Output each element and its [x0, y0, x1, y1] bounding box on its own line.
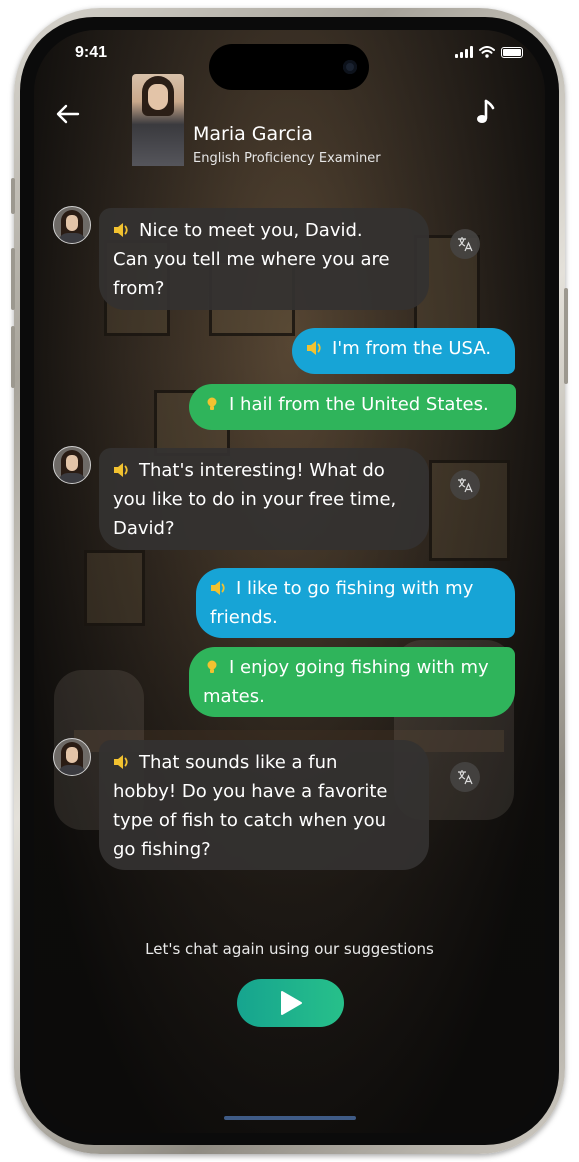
user-message-bubble: I like to go fishing with my friends. [196, 568, 515, 638]
user-message-bubble: I'm from the USA. [292, 328, 515, 374]
speaker-icon[interactable] [306, 340, 324, 356]
message-line: I enjoy going fishing with my [203, 653, 501, 682]
message-line: I'm from the USA. [306, 334, 501, 363]
examiner-role: English Proficiency Examiner [193, 151, 381, 166]
side-button [11, 326, 15, 388]
speaker-icon[interactable] [113, 462, 131, 478]
avatar [53, 738, 91, 776]
suggestion-bubble[interactable]: I enjoy going fishing with my mates. [189, 647, 515, 717]
message-line: from? [113, 278, 165, 299]
ai-message-bubble: That sounds like a fun hobby! Do you hav… [99, 740, 429, 870]
message-line: That sounds like a fun [113, 748, 415, 777]
side-button [564, 288, 568, 384]
suggestion-prompt: Let's chat again using our suggestions [145, 940, 434, 958]
side-button [11, 248, 15, 310]
translate-icon [458, 770, 473, 785]
speaker-icon[interactable] [113, 754, 131, 770]
translate-button[interactable] [450, 229, 480, 259]
background-picture [84, 550, 145, 626]
avatar [53, 446, 91, 484]
chat-screen: 9:41 Maria Garcia English Proficiency Ex… [34, 30, 545, 1133]
avatar [53, 206, 91, 244]
translate-button[interactable] [450, 762, 480, 792]
signal-icon [455, 46, 473, 58]
wifi-icon [479, 46, 495, 58]
message-line: mates. [203, 686, 265, 707]
message-line: type of fish to catch when you [113, 810, 387, 831]
side-button [11, 178, 15, 214]
message-line: I hail from the United States. [203, 390, 502, 419]
message-line: David? [113, 518, 175, 539]
message-line: That's interesting! What do [113, 456, 415, 485]
play-button[interactable] [237, 979, 344, 1027]
status-icons [455, 46, 523, 58]
status-time: 9:41 [75, 44, 108, 61]
message-line: Nice to meet you, David. [113, 216, 415, 245]
camera-icon [343, 60, 357, 74]
message-line: friends. [210, 607, 278, 628]
ai-message-bubble: That's interesting! What do you like to … [99, 448, 429, 550]
message-line: hobby! Do you have a favorite [113, 781, 388, 802]
examiner-name: Maria Garcia [193, 123, 313, 145]
speaker-icon[interactable] [113, 222, 131, 238]
arrow-left-icon[interactable] [54, 100, 82, 128]
play-icon [280, 991, 302, 1015]
ai-message-bubble: Nice to meet you, David. Can you tell me… [99, 208, 429, 310]
battery-icon [501, 46, 523, 58]
message-line: go fishing? [113, 839, 211, 860]
speaker-icon[interactable] [210, 580, 228, 596]
translate-icon [458, 478, 473, 493]
lightbulb-icon [207, 397, 217, 410]
message-line: I like to go fishing with my [210, 574, 501, 603]
suggestion-bubble[interactable]: I hail from the United States. [189, 384, 516, 430]
message-line: you like to do in your free time, [113, 489, 397, 510]
translate-button[interactable] [450, 470, 480, 500]
message-line: Can you tell me where you are [113, 249, 390, 270]
dynamic-island [209, 44, 369, 90]
examiner-portrait [132, 74, 184, 166]
lightbulb-icon [207, 660, 217, 673]
translate-icon [458, 237, 473, 252]
home-indicator[interactable] [224, 1116, 356, 1120]
music-note-icon[interactable] [472, 98, 498, 126]
